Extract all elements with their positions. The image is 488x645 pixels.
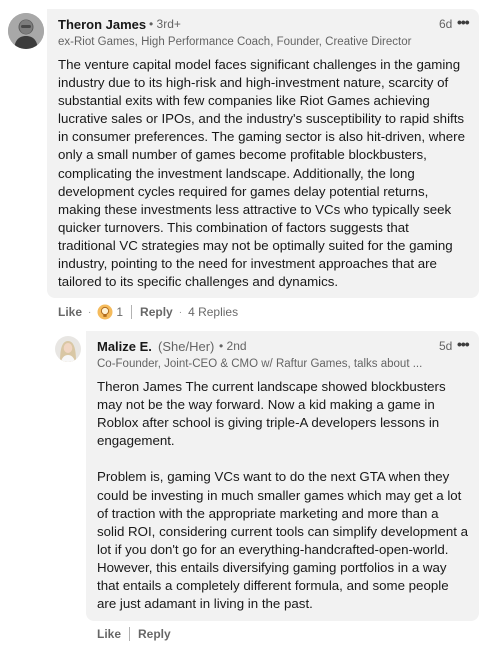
comment-timestamp: 6d — [439, 17, 453, 31]
comment-connection-degree: • 3rd+ — [149, 17, 181, 31]
reply-author-pronouns: (She/Her) — [158, 339, 215, 354]
comment-body-line: making these investments less attractive… — [58, 201, 452, 217]
comment-body-line: industry due to its high-risk and high-i… — [58, 75, 449, 91]
reply-body-line: of traction with the appropriate marketi… — [97, 505, 439, 521]
reply-body: Theron James The current landscape showe… — [97, 378, 475, 613]
person-photo-icon — [55, 336, 81, 362]
comment-body-line: substantial exits with few companies lik… — [58, 93, 430, 109]
reply-author-headline: Co-Founder, Joint-CEO & CMO w/ Raftur Ga… — [97, 358, 423, 370]
comment-body-line: The venture capital model faces signific… — [58, 57, 461, 72]
reply-actions: Like Reply — [97, 626, 171, 642]
comment-body-line: in consumer preferences. The gaming sect… — [58, 129, 465, 145]
comment-like-button[interactable]: Like — [58, 305, 82, 319]
reply-timestamp: 5d — [439, 339, 453, 353]
reply-body-line: may not be the way forward. Now a kid ma… — [97, 397, 435, 413]
comment-body: The venture capital model faces signific… — [58, 56, 474, 291]
reply-more-options-icon[interactable]: ••• — [457, 337, 470, 351]
comment-author-headline: ex-Riot Games, High Performance Coach, F… — [58, 36, 412, 48]
comment-body-line: tailored to its specific challenges and … — [58, 274, 339, 290]
reply-reply-button[interactable]: Reply — [138, 627, 171, 641]
reply-like-button[interactable]: Like — [97, 627, 121, 641]
reply-body-line: Roblox after school is giving triple-A d… — [97, 415, 440, 431]
separator-dot: · — [178, 306, 183, 318]
comment-body-line: complicating the investment landscape. A… — [58, 165, 415, 181]
theron-avatar[interactable] — [8, 13, 44, 49]
person-photo-icon — [8, 13, 44, 49]
reply-author-name[interactable]: Malize E. — [97, 339, 152, 354]
comment-body-line: only a small number of games become prof… — [58, 147, 427, 163]
comment-reaction-count[interactable]: 1 — [116, 305, 123, 319]
reply-body-line: solid ROI, considering current tools can… — [97, 523, 469, 539]
comment-reply-button[interactable]: Reply — [140, 305, 173, 319]
reply-body-line: Problem is, gaming VCs want to do the ne… — [97, 469, 450, 485]
comment-body-line: industry, pointing to the need for inves… — [58, 256, 437, 272]
insightful-lightbulb-icon[interactable] — [97, 304, 113, 320]
separator-dot: · — [88, 306, 92, 318]
comment-body-line: lucrative sales or IPOs, and the industr… — [58, 111, 465, 127]
reply-body-line: are just adamant in living in the past. — [97, 596, 313, 612]
comment-actions: Like · 1 Reply · 4 Replies — [58, 304, 238, 320]
reply-body-line: engagement. — [97, 433, 175, 449]
comment-more-options-icon[interactable]: ••• — [457, 15, 470, 29]
reply-body-line: Theron James The current landscape showe… — [97, 379, 446, 394]
reply-body-line: lot if you don't go for an everything-ha… — [97, 541, 449, 557]
reply-connection-degree: • 2nd — [219, 339, 247, 353]
comment-body-line: development cycles required for games de… — [58, 183, 429, 199]
actions-divider — [131, 305, 133, 319]
malize-avatar[interactable] — [55, 336, 81, 362]
reply-body-line: that entails a completely different form… — [97, 578, 449, 594]
comment-replies-count[interactable]: 4 Replies — [188, 305, 238, 319]
reply-body-line: However, this entails diversifying gamin… — [97, 559, 447, 575]
comment-body-line: traditional VC strategies may not be opt… — [58, 237, 453, 253]
comment-body-line: quicker turnovers. This combination of f… — [58, 219, 409, 235]
actions-divider — [129, 627, 131, 641]
reply-body-line: could be investing in much smaller games… — [97, 487, 462, 503]
comment-author-name[interactable]: Theron James — [58, 17, 146, 32]
